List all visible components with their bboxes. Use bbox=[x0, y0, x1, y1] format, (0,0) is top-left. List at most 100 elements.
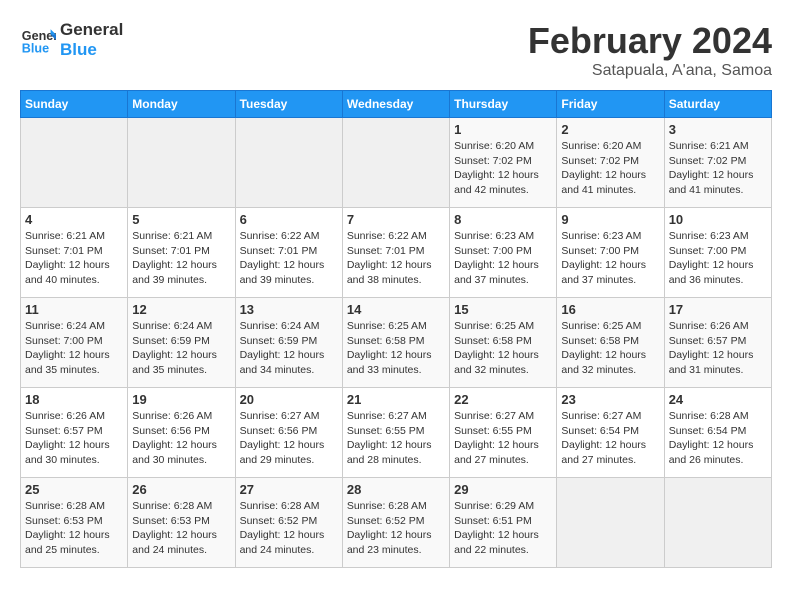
day-number: 7 bbox=[347, 212, 445, 227]
weekday-header-sunday: Sunday bbox=[21, 91, 128, 118]
logo-blue: Blue bbox=[60, 40, 123, 60]
day-info: Sunrise: 6:28 AM Sunset: 6:52 PM Dayligh… bbox=[240, 499, 338, 558]
day-number: 6 bbox=[240, 212, 338, 227]
calendar-cell: 23 Sunrise: 6:27 AM Sunset: 6:54 PM Dayli… bbox=[557, 388, 664, 478]
day-info: Sunrise: 6:22 AM Sunset: 7:01 PM Dayligh… bbox=[240, 229, 338, 288]
logo-general: General bbox=[60, 20, 123, 40]
day-number: 12 bbox=[132, 302, 230, 317]
day-number: 13 bbox=[240, 302, 338, 317]
weekday-header-friday: Friday bbox=[557, 91, 664, 118]
day-number: 20 bbox=[240, 392, 338, 407]
day-number: 1 bbox=[454, 122, 552, 137]
calendar-cell: 18Sunrise: 6:26 AM Sunset: 6:57 PM Dayli… bbox=[21, 388, 128, 478]
title-block: February 2024 Satapuala, A'ana, Samoa bbox=[528, 20, 772, 80]
day-number: 17 bbox=[669, 302, 767, 317]
day-number: 15 bbox=[454, 302, 552, 317]
day-number: 10 bbox=[669, 212, 767, 227]
day-info: Sunrise: 6:29 AM Sunset: 6:51 PM Dayligh… bbox=[454, 499, 552, 558]
calendar-cell: 13 Sunrise: 6:24 AM Sunset: 6:59 PM Dayli… bbox=[235, 298, 342, 388]
calendar-cell: 1Sunrise: 6:20 AM Sunset: 7:02 PM Daylig… bbox=[450, 118, 557, 208]
day-number: 14 bbox=[347, 302, 445, 317]
day-info: Sunrise: 6:23 AM Sunset: 7:00 PM Dayligh… bbox=[454, 229, 552, 288]
calendar-cell bbox=[557, 478, 664, 568]
weekday-header-thursday: Thursday bbox=[450, 91, 557, 118]
day-number: 5 bbox=[132, 212, 230, 227]
weekday-header-wednesday: Wednesday bbox=[342, 91, 449, 118]
calendar-cell: 22Sunrise: 6:27 AM Sunset: 6:55 PM Dayli… bbox=[450, 388, 557, 478]
calendar-cell: 14 Sunrise: 6:25 AM Sunset: 6:58 PM Dayli… bbox=[342, 298, 449, 388]
calendar-cell: 24 Sunrise: 6:28 AM Sunset: 6:54 PM Dayli… bbox=[664, 388, 771, 478]
day-number: 23 bbox=[561, 392, 659, 407]
day-info: Sunrise: 6:24 AM Sunset: 7:00 PM Dayligh… bbox=[25, 319, 123, 378]
day-info: Sunrise: 6:23 AM Sunset: 7:00 PM Dayligh… bbox=[561, 229, 659, 288]
day-number: 16 bbox=[561, 302, 659, 317]
day-number: 25 bbox=[25, 482, 123, 497]
day-number: 3 bbox=[669, 122, 767, 137]
day-info: Sunrise: 6:22 AM Sunset: 7:01 PM Dayligh… bbox=[347, 229, 445, 288]
location: Satapuala, A'ana, Samoa bbox=[528, 62, 772, 80]
calendar-cell: 8 Sunrise: 6:23 AM Sunset: 7:00 PM Daylig… bbox=[450, 208, 557, 298]
calendar-cell: 16 Sunrise: 6:25 AM Sunset: 6:58 PM Dayli… bbox=[557, 298, 664, 388]
calendar-cell: 12Sunrise: 6:24 AM Sunset: 6:59 PM Dayli… bbox=[128, 298, 235, 388]
month-title: February 2024 bbox=[528, 20, 772, 62]
day-info: Sunrise: 6:24 AM Sunset: 6:59 PM Dayligh… bbox=[240, 319, 338, 378]
calendar-cell: 10 Sunrise: 6:23 AM Sunset: 7:00 PM Dayli… bbox=[664, 208, 771, 298]
calendar-cell: 15 Sunrise: 6:25 AM Sunset: 6:58 PM Dayli… bbox=[450, 298, 557, 388]
day-number: 28 bbox=[347, 482, 445, 497]
calendar-cell: 20 Sunrise: 6:27 AM Sunset: 6:56 PM Dayli… bbox=[235, 388, 342, 478]
calendar-cell: 4Sunrise: 6:21 AM Sunset: 7:01 PM Daylig… bbox=[21, 208, 128, 298]
calendar-cell: 25 Sunrise: 6:28 AM Sunset: 6:53 PM Dayli… bbox=[21, 478, 128, 568]
day-info: Sunrise: 6:20 AM Sunset: 7:02 PM Dayligh… bbox=[561, 139, 659, 198]
day-number: 8 bbox=[454, 212, 552, 227]
calendar-cell bbox=[235, 118, 342, 208]
day-number: 19 bbox=[132, 392, 230, 407]
day-info: Sunrise: 6:27 AM Sunset: 6:54 PM Dayligh… bbox=[561, 409, 659, 468]
day-number: 18 bbox=[25, 392, 123, 407]
svg-text:Blue: Blue bbox=[22, 41, 49, 55]
day-number: 2 bbox=[561, 122, 659, 137]
week-row-1: 1 Sunrise: 6:20 AM Sunset: 7:02 PM Daylig… bbox=[21, 118, 772, 208]
calendar-cell bbox=[128, 118, 235, 208]
day-info: Sunrise: 6:25 AM Sunset: 6:58 PM Dayligh… bbox=[347, 319, 445, 378]
calendar-cell: 17 Sunrise: 6:26 AM Sunset: 6:57 PM Dayli… bbox=[664, 298, 771, 388]
calendar-cell: 26 Sunrise: 6:28 AM Sunset: 6:53 PM Dayli… bbox=[128, 478, 235, 568]
calendar-cell: 11Sunrise: 6:24 AM Sunset: 7:00 PM Dayli… bbox=[21, 298, 128, 388]
calendar-cell: 19Sunrise: 6:26 AM Sunset: 6:56 PM Dayli… bbox=[128, 388, 235, 478]
week-row-5: 25 Sunrise: 6:28 AM Sunset: 6:53 PM Dayli… bbox=[21, 478, 772, 568]
calendar-table: SundayMondayTuesdayWednesdayThursdayFrid… bbox=[20, 90, 772, 568]
logo: General Blue General Blue bbox=[20, 20, 123, 59]
calendar-cell: 2 Sunrise: 6:20 AM Sunset: 7:02 PM Daylig… bbox=[557, 118, 664, 208]
calendar-cell: 9 Sunrise: 6:23 AM Sunset: 7:00 PM Daylig… bbox=[557, 208, 664, 298]
day-info: Sunrise: 6:21 AM Sunset: 7:02 PM Dayligh… bbox=[669, 139, 767, 198]
day-info: Sunrise: 6:28 AM Sunset: 6:54 PM Dayligh… bbox=[669, 409, 767, 468]
day-number: 27 bbox=[240, 482, 338, 497]
calendar-cell: 28 Sunrise: 6:28 AM Sunset: 6:52 PM Dayli… bbox=[342, 478, 449, 568]
day-info: Sunrise: 6:28 AM Sunset: 6:53 PM Dayligh… bbox=[25, 499, 123, 558]
day-info: Sunrise: 6:25 AM Sunset: 6:58 PM Dayligh… bbox=[561, 319, 659, 378]
day-number: 26 bbox=[132, 482, 230, 497]
day-number: 24 bbox=[669, 392, 767, 407]
day-number: 9 bbox=[561, 212, 659, 227]
day-info: Sunrise: 6:26 AM Sunset: 6:57 PM Dayligh… bbox=[669, 319, 767, 378]
day-info: Sunrise: 6:23 AM Sunset: 7:00 PM Dayligh… bbox=[669, 229, 767, 288]
day-info: Sunrise: 6:21 AM Sunset: 7:01 PM Dayligh… bbox=[132, 229, 230, 288]
calendar-cell: 5 Sunrise: 6:21 AM Sunset: 7:01 PM Daylig… bbox=[128, 208, 235, 298]
calendar-cell: 21Sunrise: 6:27 AM Sunset: 6:55 PM Dayli… bbox=[342, 388, 449, 478]
calendar-cell bbox=[21, 118, 128, 208]
day-info: Sunrise: 6:28 AM Sunset: 6:53 PM Dayligh… bbox=[132, 499, 230, 558]
calendar-cell: 7 Sunrise: 6:22 AM Sunset: 7:01 PM Daylig… bbox=[342, 208, 449, 298]
day-info: Sunrise: 6:27 AM Sunset: 6:55 PM Dayligh… bbox=[347, 409, 445, 468]
page-header: General Blue General Blue February 2024 … bbox=[20, 20, 772, 80]
day-info: Sunrise: 6:25 AM Sunset: 6:58 PM Dayligh… bbox=[454, 319, 552, 378]
day-info: Sunrise: 6:27 AM Sunset: 6:56 PM Dayligh… bbox=[240, 409, 338, 468]
day-info: Sunrise: 6:27 AM Sunset: 6:55 PM Dayligh… bbox=[454, 409, 552, 468]
weekday-header-tuesday: Tuesday bbox=[235, 91, 342, 118]
week-row-4: 18Sunrise: 6:26 AM Sunset: 6:57 PM Dayli… bbox=[21, 388, 772, 478]
day-info: Sunrise: 6:28 AM Sunset: 6:52 PM Dayligh… bbox=[347, 499, 445, 558]
calendar-cell: 6 Sunrise: 6:22 AM Sunset: 7:01 PM Daylig… bbox=[235, 208, 342, 298]
day-number: 29 bbox=[454, 482, 552, 497]
calendar-cell bbox=[664, 478, 771, 568]
calendar-cell: 3 Sunrise: 6:21 AM Sunset: 7:02 PM Daylig… bbox=[664, 118, 771, 208]
calendar-cell: 29 Sunrise: 6:29 AM Sunset: 6:51 PM Dayli… bbox=[450, 478, 557, 568]
day-number: 4 bbox=[25, 212, 123, 227]
